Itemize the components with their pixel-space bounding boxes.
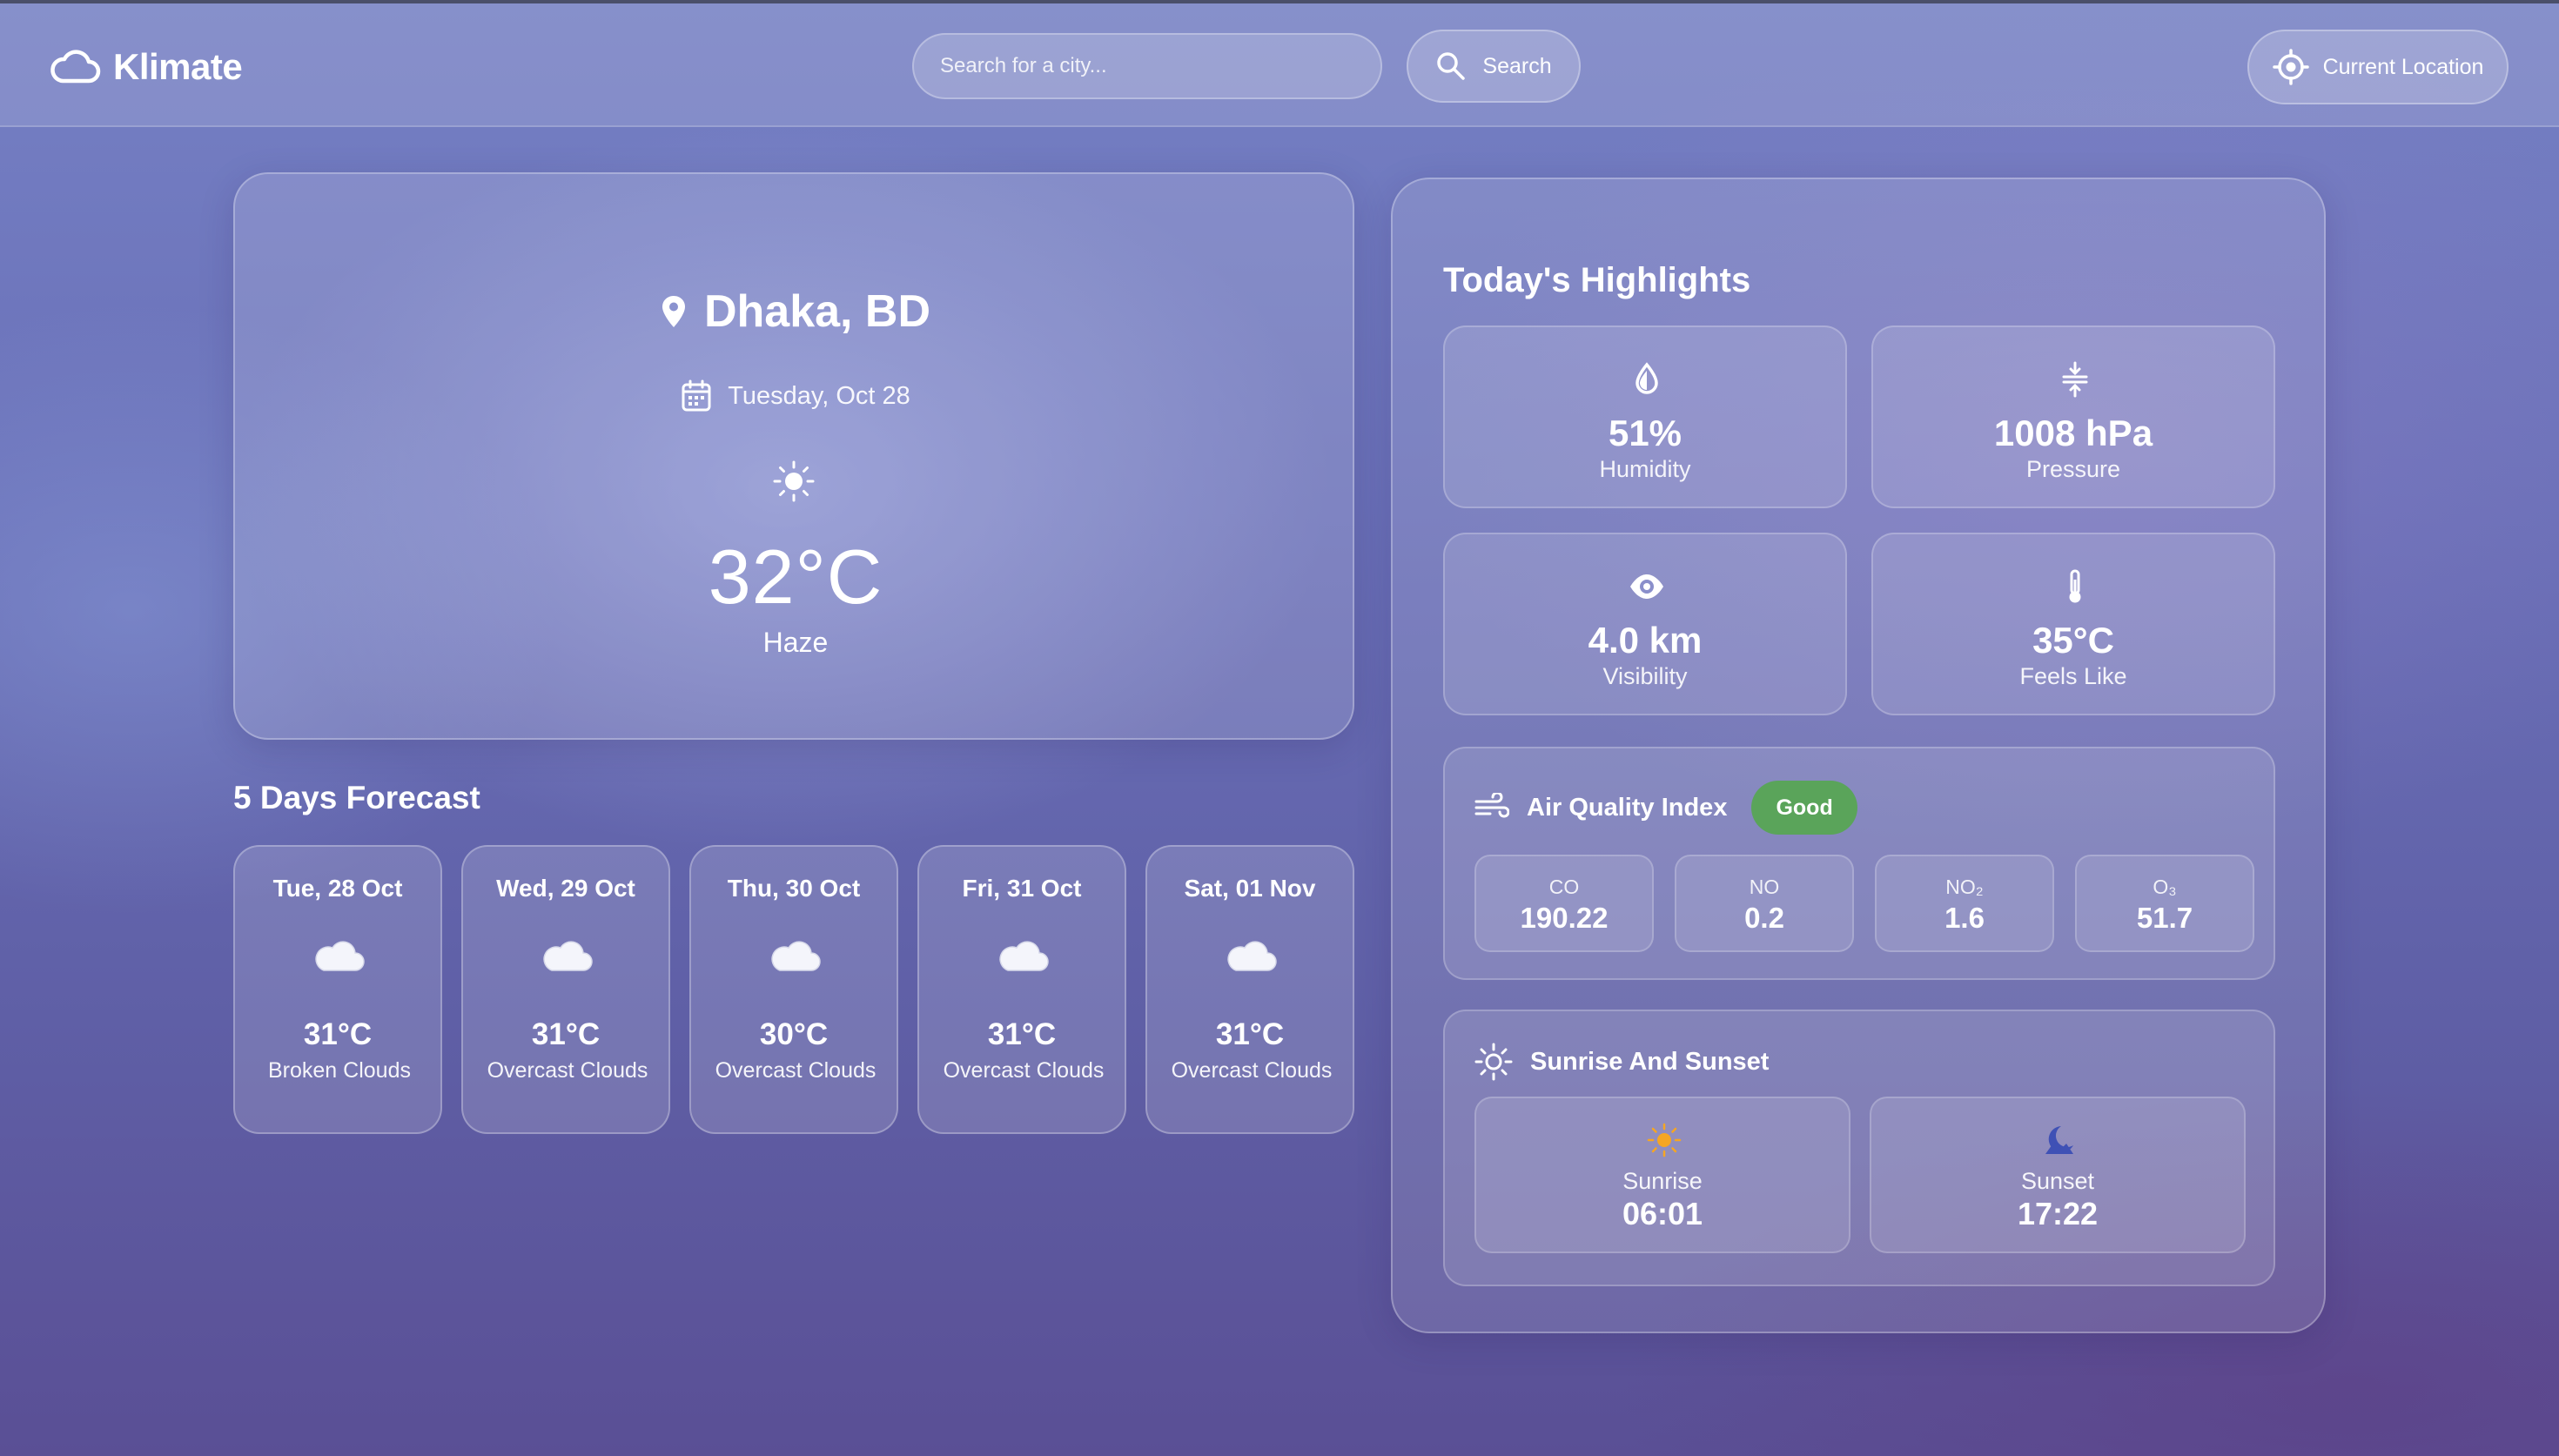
cloud-icon <box>315 941 365 971</box>
highlights-title: Today's Highlights <box>1443 261 1751 299</box>
pollutant-name: O₃ <box>2153 876 2177 898</box>
forecast-date: Wed, 29 Oct <box>496 875 635 902</box>
sunset-card: Sunset 17:22 <box>1870 1097 2246 1253</box>
current-date-text: Tuesday, Oct 28 <box>728 381 910 410</box>
sun-icon <box>773 460 815 502</box>
feels-like-label: Feels Like <box>2019 663 2127 689</box>
map-pin-icon <box>662 296 685 327</box>
moon-icon <box>2045 1126 2073 1154</box>
app-header: Klimate Search Current Location <box>0 3 2559 127</box>
sunrise-time: 06:01 <box>1622 1196 1703 1231</box>
forecast-temp: 31°C <box>987 1017 1057 1051</box>
current-location-label: Current Location <box>2322 54 2484 79</box>
forecast-date: Tue, 28 Oct <box>272 875 403 902</box>
air-quality-card: Air Quality Index Good CO 190.22 NO 0.2 … <box>1443 747 2275 980</box>
forecast-desc: Overcast Clouds <box>487 1058 648 1083</box>
visibility-label: Visibility <box>1602 663 1688 689</box>
air-quality-title: Air Quality Index <box>1527 793 1728 822</box>
app-name: Klimate <box>113 46 243 87</box>
air-quality-status-badge: Good <box>1751 781 1857 835</box>
pollutant-value: 51.7 <box>2136 902 2193 934</box>
pollutant-list: CO 190.22 NO 0.2 NO₂ 1.6 O₃ 51.7 <box>1474 855 2254 952</box>
city-heading: Dhaka, BD <box>235 285 1356 338</box>
current-date: Tuesday, Oct 28 <box>235 379 1356 413</box>
thermometer-icon <box>2069 569 2081 603</box>
calendar-icon <box>682 379 711 412</box>
highlights-panel: Today's Highlights 51% Humidity 1008 hPa… <box>1391 178 2326 1333</box>
search-button-label: Search <box>1482 53 1552 78</box>
pollutant-value: 1.6 <box>1944 902 1985 934</box>
cloud-icon <box>771 941 821 971</box>
current-temperature: 32°C <box>708 533 883 620</box>
forecast-desc: Overcast Clouds <box>943 1058 1105 1083</box>
cloud-icon <box>543 941 593 971</box>
sun-outline-icon <box>1474 1043 1513 1081</box>
pressure-icon <box>2062 361 2088 398</box>
pollutant-name: NO₂ <box>1945 876 1984 898</box>
pollutant-card: NO 0.2 <box>1675 855 1854 952</box>
brand[interactable]: Klimate <box>49 44 243 91</box>
pollutant-card: NO₂ 1.6 <box>1875 855 2054 952</box>
humidity-label: Humidity <box>1599 456 1691 482</box>
forecast-date: Thu, 30 Oct <box>727 875 861 902</box>
pressure-card: 1008 hPa Pressure <box>1871 325 2275 508</box>
forecast-desc: Broken Clouds <box>268 1058 411 1083</box>
forecast-card[interactable]: Sat, 01 Nov 31°C Overcast Clouds <box>1145 845 1354 1134</box>
forecast-desc: Overcast Clouds <box>1171 1058 1333 1083</box>
city-name: Dhaka, BD <box>703 286 931 337</box>
sunrise-sunset-title: Sunrise And Sunset <box>1530 1047 1770 1076</box>
humidity-value: 51% <box>1608 413 1682 453</box>
sunrise-sunset-header: Sunrise And Sunset <box>1474 1041 1769 1083</box>
forecast-list: Tue, 28 Oct 31°C Broken Clouds Wed, 29 O… <box>233 845 1354 1134</box>
eye-icon <box>1630 574 1663 599</box>
crosshair-icon <box>2272 49 2309 85</box>
sunrise-sunset-card: Sunrise And Sunset Sunrise 06:01 Sunset <box>1443 1010 2275 1286</box>
visibility-card: 4.0 km Visibility <box>1443 533 1847 715</box>
sunset-time: 17:22 <box>2017 1196 2099 1231</box>
forecast-temp: 30°C <box>759 1017 829 1051</box>
droplet-icon <box>1635 362 1658 394</box>
forecast-temp: 31°C <box>303 1017 373 1051</box>
sunset-label: Sunset <box>2020 1168 2095 1194</box>
cloud-logo-icon <box>50 50 101 84</box>
pollutant-card: O₃ 51.7 <box>2075 855 2254 952</box>
pollutant-name: CO <box>1548 876 1580 898</box>
search-icon <box>1437 52 1466 80</box>
forecast-temp: 31°C <box>1215 1017 1285 1051</box>
current-weather-card: Dhaka, BD Tuesday, Oct 28 32°C Haze <box>233 172 1354 740</box>
current-condition: Haze <box>762 627 829 658</box>
visibility-value: 4.0 km <box>1588 620 1703 661</box>
pressure-value: 1008 hPa <box>1993 413 2153 453</box>
pollutant-value: 190.22 <box>1520 902 1609 934</box>
feels-like-value: 35°C <box>2032 620 2114 661</box>
feels-like-card: 35°C Feels Like <box>1871 533 2275 715</box>
cloud-icon <box>1227 941 1277 971</box>
forecast-card[interactable]: Thu, 30 Oct 30°C Overcast Clouds <box>689 845 898 1134</box>
wind-icon <box>1474 793 1509 818</box>
forecast-card[interactable]: Fri, 31 Oct 31°C Overcast Clouds <box>917 845 1126 1134</box>
forecast-card[interactable]: Wed, 29 Oct 31°C Overcast Clouds <box>461 845 670 1134</box>
current-location-button[interactable]: Current Location <box>2247 30 2509 104</box>
pollutant-card: CO 190.22 <box>1474 855 1654 952</box>
sunrise-label: Sunrise <box>1622 1168 1703 1194</box>
air-quality-header: Air Quality Index Good <box>1474 780 1857 835</box>
sunrise-icon <box>1647 1123 1682 1157</box>
search-button[interactable]: Search <box>1407 30 1581 103</box>
forecast-card[interactable]: Tue, 28 Oct 31°C Broken Clouds <box>233 845 442 1134</box>
sunrise-card: Sunrise 06:01 <box>1474 1097 1850 1253</box>
forecast-desc: Overcast Clouds <box>715 1058 877 1083</box>
pollutant-name: NO <box>1749 876 1780 898</box>
cloud-icon <box>999 941 1049 971</box>
forecast-date: Sat, 01 Nov <box>1184 875 1316 902</box>
forecast-temp: 31°C <box>531 1017 601 1051</box>
forecast-date: Fri, 31 Oct <box>962 875 1082 902</box>
pressure-label: Pressure <box>2025 456 2121 482</box>
city-search-input[interactable] <box>912 33 1382 99</box>
forecast-title: 5 Days Forecast <box>233 780 480 815</box>
pollutant-value: 0.2 <box>1744 902 1784 934</box>
humidity-card: 51% Humidity <box>1443 325 1847 508</box>
